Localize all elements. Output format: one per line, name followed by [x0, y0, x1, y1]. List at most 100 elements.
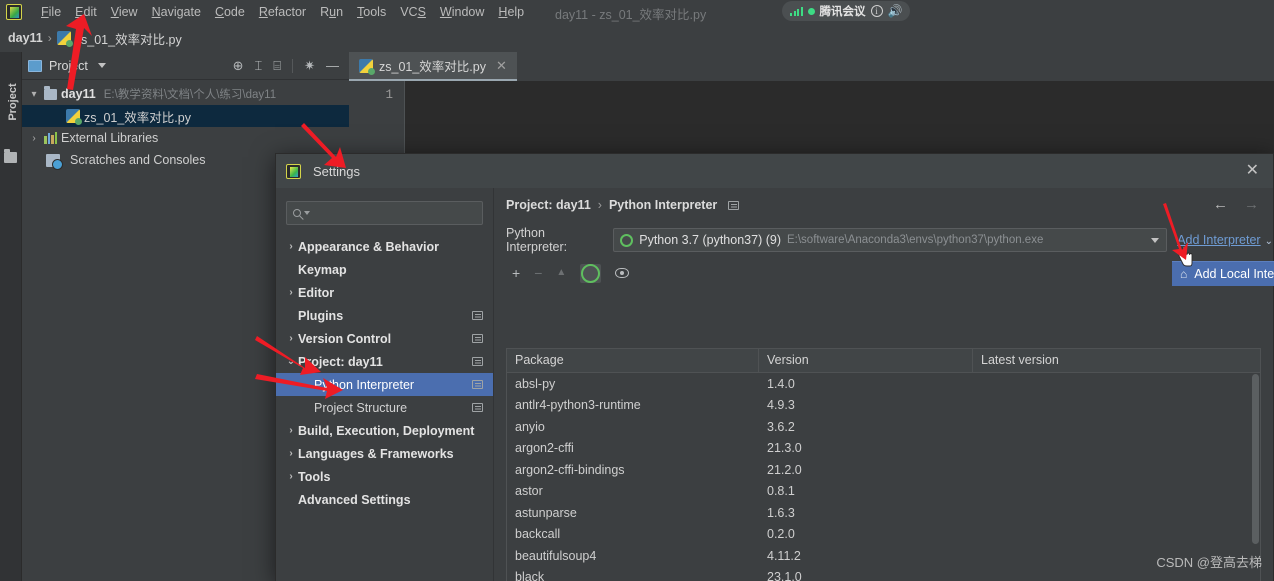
package-version: 3.6.2	[767, 419, 795, 434]
toolbar-divider	[292, 58, 294, 73]
show-early-releases-icon[interactable]	[615, 268, 630, 278]
copy-settings-icon[interactable]	[472, 334, 483, 343]
table-row[interactable]: black 23.1.0	[507, 567, 1260, 581]
tencent-meeting-widget[interactable]: 腾讯会议 i 🔊	[782, 1, 911, 21]
install-package-icon[interactable]: +	[512, 266, 520, 280]
expand-all-icon[interactable]: ⌸	[273, 59, 281, 72]
column-header-package[interactable]: Package	[507, 349, 759, 372]
copy-settings-icon[interactable]	[728, 200, 740, 210]
table-row[interactable]: beautifulsoup4 4.11.2	[507, 545, 1260, 567]
sidebar-item-plugins[interactable]: Plugins	[276, 304, 493, 327]
menu-item-file[interactable]: File	[34, 3, 68, 21]
chevron-down-icon[interactable]	[304, 211, 310, 215]
uninstall-package-icon[interactable]: −	[534, 266, 542, 280]
menu-item-run[interactable]: Run	[313, 3, 350, 21]
twisty-icon[interactable]: ›	[284, 333, 298, 344]
copy-settings-icon[interactable]	[472, 380, 483, 389]
package-name: astunparse	[515, 505, 577, 520]
sidebar-item-languages-frameworks[interactable]: › Languages & Frameworks	[276, 442, 493, 465]
sidebar-item-keymap[interactable]: Keymap	[276, 258, 493, 281]
twisty-icon[interactable]: ›	[28, 133, 40, 144]
folder-icon[interactable]	[4, 149, 17, 163]
menu-item-navigate[interactable]: Navigate	[145, 3, 208, 21]
navigation-breadcrumb-bar: day11 › zs_01_效率对比.py	[0, 24, 1274, 52]
upgrade-package-icon[interactable]: ▲	[556, 268, 566, 278]
python-file-icon	[66, 109, 82, 125]
settings-search-input[interactable]	[286, 201, 483, 225]
twisty-icon[interactable]: ›	[284, 471, 298, 482]
package-name: black	[515, 570, 545, 581]
package-name: antlr4-python3-runtime	[515, 398, 641, 413]
package-name: backcall	[515, 527, 561, 542]
twisty-icon[interactable]: ⌄	[284, 356, 298, 367]
sidebar-item-appearance-behavior[interactable]: › Appearance & Behavior	[276, 235, 493, 258]
menu-item-vcs[interactable]: VCS	[393, 3, 433, 21]
menu-item-code[interactable]: Code	[208, 3, 252, 21]
sidebar-item-project-day11[interactable]: ⌄ Project: day11	[276, 350, 493, 373]
table-row[interactable]: anyio 3.6.2	[507, 416, 1260, 438]
table-row[interactable]: astunparse 1.6.3	[507, 502, 1260, 524]
breadcrumb-file[interactable]: zs_01_效率对比.py	[56, 29, 182, 48]
tree-node-day11[interactable]: ▾ day11 E:\教学资料\文档\个人\练习\day11	[22, 83, 349, 105]
column-header-latest-version[interactable]: Latest version	[973, 349, 1260, 372]
add-interpreter-label: Add Interpreter	[1177, 233, 1261, 247]
conda-manager-icon[interactable]	[580, 263, 602, 283]
twisty-icon[interactable]: ›	[284, 241, 298, 252]
home-icon: ⌂	[1180, 267, 1188, 281]
info-icon[interactable]: i	[870, 5, 883, 17]
sidebar-item-project-structure[interactable]: Project Structure	[276, 396, 493, 419]
twisty-icon[interactable]: ▾	[28, 89, 40, 100]
packages-scrollbar[interactable]	[1252, 374, 1259, 544]
editor-tab-zs01[interactable]: zs_01_效率对比.py ✕	[349, 52, 517, 81]
menu-item-window[interactable]: Window	[433, 3, 491, 21]
chevron-down-icon[interactable]	[97, 63, 106, 68]
sidebar-item-advanced-settings[interactable]: Advanced Settings	[276, 488, 493, 511]
sidebar-item-version-control[interactable]: › Version Control	[276, 327, 493, 350]
add-interpreter-link[interactable]: Add Interpreter ⌄	[1177, 233, 1273, 247]
speaker-icon[interactable]: 🔊	[888, 5, 903, 17]
table-row[interactable]: argon2-cffi-bindings 21.2.0	[507, 459, 1260, 481]
table-row[interactable]: antlr4-python3-runtime 4.9.3	[507, 395, 1260, 417]
menu-item-view[interactable]: View	[104, 3, 145, 21]
hide-panel-icon[interactable]: —	[326, 59, 339, 72]
tree-node-zs01-file[interactable]: zs_01_效率对比.py	[22, 105, 349, 127]
sidebar-item-tools[interactable]: › Tools	[276, 465, 493, 488]
package-name: absl-py	[515, 376, 556, 391]
sidebar-item-python-interpreter[interactable]: Python Interpreter	[276, 373, 493, 396]
table-row[interactable]: absl-py 1.4.0	[507, 373, 1260, 395]
copy-settings-icon[interactable]	[472, 357, 483, 366]
twisty-icon[interactable]: ›	[284, 425, 298, 436]
menu-item-tools[interactable]: Tools	[350, 3, 393, 21]
table-row[interactable]: astor 0.8.1	[507, 481, 1260, 503]
tool-strip-project-button[interactable]: Project	[7, 72, 19, 132]
twisty-icon[interactable]: ›	[284, 287, 298, 298]
column-header-version[interactable]: Version	[759, 349, 973, 372]
sidebar-item-label: Plugins	[298, 308, 344, 323]
sidebar-item-build-execution-deployment[interactable]: › Build, Execution, Deployment	[276, 419, 493, 442]
forward-icon[interactable]: →	[1244, 197, 1259, 212]
settings-main-panel: Project: day11 › Python Interpreter ← → …	[494, 188, 1273, 581]
python-interpreter-combobox[interactable]: Python 3.7 (python37) (9) E:\software\An…	[613, 228, 1168, 252]
settings-dialog-title: Settings	[313, 163, 360, 179]
copy-settings-icon[interactable]	[472, 311, 483, 320]
breadcrumb-project[interactable]: day11	[8, 31, 43, 45]
table-row[interactable]: backcall 0.2.0	[507, 524, 1260, 546]
add-local-interpreter-menu-item[interactable]: ⌂ Add Local Interpreter...	[1172, 261, 1274, 286]
menu-item-help[interactable]: Help	[491, 3, 531, 21]
twisty-icon[interactable]: ›	[284, 448, 298, 459]
back-icon[interactable]: ←	[1213, 197, 1228, 212]
settings-gear-icon[interactable]: ✷	[304, 59, 315, 72]
close-icon[interactable]: ✕	[1242, 163, 1263, 179]
sidebar-item-editor[interactable]: › Editor	[276, 281, 493, 304]
tree-node-external-libraries[interactable]: › External Libraries	[22, 127, 349, 149]
table-row[interactable]: argon2-cffi 21.3.0	[507, 438, 1260, 460]
python-interpreter-label: Python Interpreter:	[506, 226, 568, 254]
close-icon[interactable]: ✕	[496, 58, 507, 74]
menu-item-refactor[interactable]: Refactor	[252, 3, 313, 21]
menu-item-edit[interactable]: Edit	[68, 3, 104, 21]
copy-settings-icon[interactable]	[472, 403, 483, 412]
chevron-down-icon[interactable]	[1151, 237, 1160, 243]
project-panel-header: Project ⊕ ⌶ ⌸ ✷ —	[22, 52, 349, 80]
collapse-all-icon[interactable]: ⌶	[254, 59, 262, 72]
locate-icon[interactable]: ⊕	[233, 59, 244, 72]
